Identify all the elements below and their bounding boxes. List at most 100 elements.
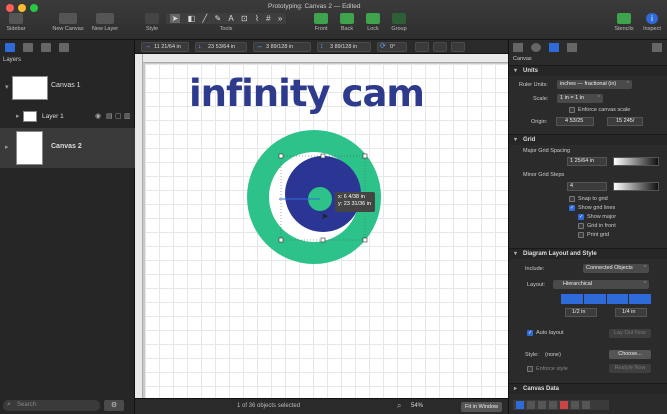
print-grid-checkbox[interactable] <box>578 232 584 238</box>
chevron-right-icon[interactable]: ▸ <box>16 112 20 120</box>
more-tools-icon[interactable]: » <box>278 14 282 23</box>
inspect-button[interactable]: i Inspect <box>640 13 664 32</box>
swatch-icon[interactable] <box>516 401 524 409</box>
restyle-now-button[interactable]: Restyle Now <box>609 364 651 373</box>
eye-icon[interactable]: ◉ <box>95 112 101 120</box>
chevron-right-icon[interactable]: ▸ <box>5 143 9 151</box>
grid-tool-icon[interactable]: # <box>266 14 270 23</box>
outline-tab-icon[interactable] <box>23 43 33 52</box>
canvas-tab-icon[interactable] <box>59 43 69 52</box>
send-back-button[interactable]: Back <box>338 13 356 32</box>
list-tab-icon[interactable] <box>41 43 51 52</box>
canvas-area[interactable]: infinity cam x: 6 4/38 in y: 23 31/36 in… <box>135 54 508 398</box>
search-field[interactable]: ⌕ Search <box>3 400 100 411</box>
zoom-icon[interactable]: ⌕ <box>397 401 401 411</box>
swatch-icon[interactable] <box>582 401 590 409</box>
zoom-level[interactable]: 54% <box>411 403 423 409</box>
swatch-icon[interactable] <box>560 401 568 409</box>
choose-style-button[interactable]: Choose... <box>609 350 651 359</box>
style-button[interactable]: Style <box>143 13 161 32</box>
lock-layer-icon[interactable]: ▢ <box>115 112 122 120</box>
pointer-tool-icon[interactable]: ➤ <box>169 14 181 23</box>
layout-select[interactable]: Hierarchical <box>553 280 649 289</box>
print-icon[interactable]: ▤ <box>106 112 113 120</box>
align-button[interactable] <box>451 42 465 52</box>
layout-section-header[interactable]: Diagram Layout and Style <box>509 248 667 260</box>
minor-steps-field[interactable]: 4 <box>567 182 607 191</box>
auto-layout-checkbox[interactable] <box>527 330 533 336</box>
show-major-checkbox[interactable] <box>578 214 584 220</box>
diagram-tool-icon[interactable]: ⊡ <box>241 14 248 23</box>
text-tool-icon[interactable]: A <box>228 14 233 23</box>
canvas-page[interactable]: infinity cam x: 6 4/38 in y: 23 31/36 in… <box>145 64 508 398</box>
ruler-units-select[interactable]: inches — fractional (in) <box>557 80 632 89</box>
height-field[interactable]: ↕ 3 89/128 in <box>317 42 371 52</box>
stencils-button[interactable]: Stencils <box>612 13 636 32</box>
minimize-window-button[interactable] <box>18 4 26 12</box>
fit-in-window-button[interactable]: Fit in Window <box>461 402 503 412</box>
layout-down-icon[interactable] <box>561 294 583 304</box>
flip-horizontal-button[interactable] <box>415 42 429 52</box>
bring-front-button[interactable]: Front <box>312 13 330 32</box>
layout-right-icon[interactable] <box>629 294 651 304</box>
sidebar-title: Layers <box>3 57 22 63</box>
canvas-tab-icon[interactable] <box>549 43 559 52</box>
sidebar-button[interactable]: Sidebar <box>5 13 27 32</box>
magnet-tool-icon[interactable]: ⌇ <box>255 14 259 23</box>
style-swatch-bar[interactable] <box>513 400 609 410</box>
group-button[interactable]: Group <box>389 13 409 32</box>
origin-x-field[interactable]: 4 53/25 <box>556 117 594 126</box>
lay-out-now-button[interactable]: Lay Out Now <box>609 329 651 338</box>
horizontal-spacing-field[interactable]: 1/4 in <box>615 308 647 317</box>
major-grid-color-well[interactable] <box>613 157 659 166</box>
grid-section-header[interactable]: Grid <box>509 134 667 146</box>
flip-vertical-button[interactable] <box>433 42 447 52</box>
sidebar-item-canvas-2[interactable]: ▸ Canvas 2 <box>0 128 135 168</box>
vertical-spacing-field[interactable]: 1/2 in <box>565 308 597 317</box>
lock-button[interactable]: Lock <box>364 13 382 32</box>
scale-select[interactable]: 1 in = 1 in <box>557 94 603 103</box>
snap-to-grid-checkbox[interactable] <box>569 196 575 202</box>
new-layer-button[interactable]: New Layer <box>89 13 121 32</box>
pen-tool-icon[interactable]: ✎ <box>214 14 221 23</box>
share-layer-icon[interactable]: ▥ <box>124 112 131 120</box>
rotation-field[interactable]: ⟳ 0° <box>377 42 407 52</box>
sidebar-item-canvas-1[interactable]: ▾ Canvas 1 <box>0 74 135 102</box>
line-tool-icon[interactable]: ╱ <box>202 14 207 23</box>
enforce-style-checkbox[interactable] <box>527 366 533 372</box>
zoom-window-button[interactable] <box>30 4 38 12</box>
width-field[interactable]: ↔ 3 89/128 in <box>253 42 311 52</box>
grid-in-front-checkbox[interactable] <box>578 223 584 229</box>
layout-direction-control[interactable] <box>561 294 651 304</box>
enforce-scale-checkbox[interactable] <box>569 107 575 113</box>
close-window-button[interactable] <box>6 4 14 12</box>
show-grid-lines-checkbox[interactable] <box>569 205 575 211</box>
settings-tab-icon[interactable] <box>531 43 541 52</box>
layers-tab-icon[interactable] <box>5 43 15 52</box>
document-tab-icon[interactable] <box>567 43 577 52</box>
grid-view-icon[interactable] <box>652 43 662 52</box>
new-canvas-button[interactable]: New Canvas <box>52 13 84 32</box>
swatch-icon[interactable] <box>549 401 557 409</box>
minor-grid-color-well[interactable] <box>613 182 659 191</box>
canvas-heading[interactable]: infinity cam <box>189 72 425 115</box>
chevron-down-icon[interactable]: ▾ <box>5 83 9 91</box>
tool-palette[interactable]: ➤ ◧ ╱ ✎ A ⊡ ⌇ # » <box>166 13 286 24</box>
origin-y-field[interactable]: 15 245/ <box>607 117 643 126</box>
units-section-header[interactable]: Units <box>509 65 667 77</box>
swatch-icon[interactable] <box>538 401 546 409</box>
layout-up-icon[interactable] <box>583 294 606 304</box>
include-select[interactable]: Connected Objects <box>583 264 649 273</box>
gear-icon[interactable]: ⚙ <box>104 400 124 411</box>
canvas-data-section-header[interactable]: Canvas Data <box>509 383 667 395</box>
major-spacing-field[interactable]: 1 25/64 in <box>567 157 607 166</box>
shape-tool-icon[interactable]: ◧ <box>188 14 196 23</box>
x-position-field[interactable]: → 11 21/64 in <box>141 42 189 52</box>
properties-tab-icon[interactable] <box>513 43 523 52</box>
sidebar-item-layer-1[interactable]: ▸ Layer 1 ◉ ▤ ▢ ▥ <box>0 108 135 126</box>
swatch-icon[interactable] <box>571 401 579 409</box>
swatch-icon[interactable] <box>527 401 535 409</box>
position-tooltip: x: 6 4/38 in y: 23 31/36 in <box>335 192 375 212</box>
layout-left-icon[interactable] <box>606 294 629 304</box>
y-position-field[interactable]: ↓ 23 53/64 in <box>195 42 247 52</box>
